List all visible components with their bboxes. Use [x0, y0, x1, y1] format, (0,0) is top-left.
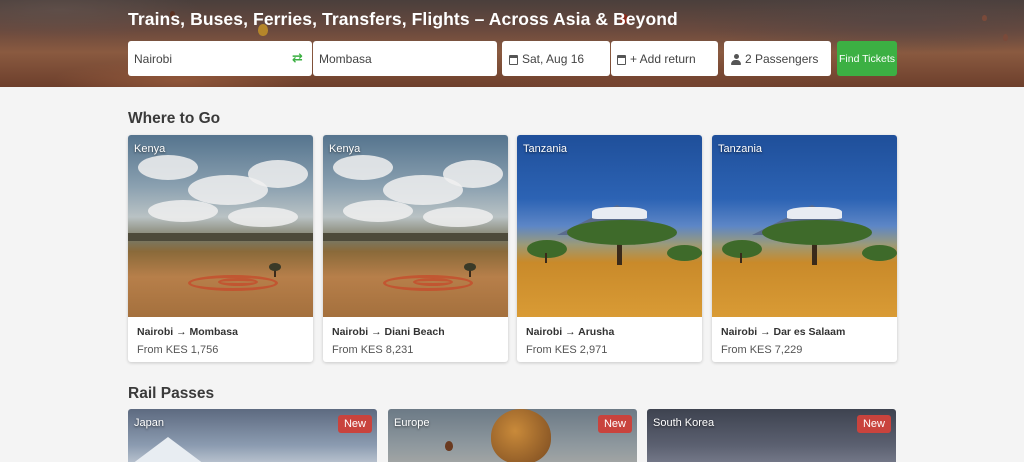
destination-image [517, 135, 702, 317]
card-route: Nairobi → Dar es Salaam [721, 326, 846, 338]
calendar-icon [617, 54, 626, 65]
destination-card[interactable]: Tanzania Nairobi → Dar es Salaam From KE… [712, 135, 897, 362]
card-price: From KES 7,229 [721, 344, 803, 356]
to-value: Mombasa [319, 51, 372, 66]
destination-image [712, 135, 897, 317]
return-field[interactable]: + Add return [611, 41, 718, 76]
card-price: From KES 2,971 [526, 344, 608, 356]
rail-pass-card[interactable]: South Korea New [647, 409, 896, 462]
rail-pass-card[interactable]: Europe New [388, 409, 637, 462]
return-label: + Add return [630, 51, 696, 66]
rail-pass-card[interactable]: Japan New [128, 409, 377, 462]
card-country: Kenya [329, 143, 361, 155]
find-tickets-button[interactable]: Find Tickets [837, 41, 897, 76]
section-title-where-to-go: Where to Go [128, 110, 221, 127]
passengers-field[interactable]: 2 Passengers [724, 41, 831, 76]
section-title-rail-passes: Rail Passes [128, 385, 215, 402]
hero-title: Trains, Buses, Ferries, Transfers, Fligh… [128, 9, 678, 29]
card-price: From KES 1,756 [137, 344, 219, 356]
card-route: Nairobi → Mombasa [137, 326, 238, 338]
card-price: From KES 8,231 [332, 344, 414, 356]
destination-image [128, 135, 313, 317]
balloon-image [445, 441, 453, 451]
mountain-image [128, 437, 208, 462]
destination-card[interactable]: Tanzania Nairobi → Arusha From KES 2,971 [517, 135, 702, 362]
destination-card[interactable]: Kenya Nairobi → Diani Beach From KES 8,2… [323, 135, 508, 362]
destination-card[interactable]: Kenya Nairobi → Mombasa From KES 1,756 [128, 135, 313, 362]
from-field[interactable]: Nairobi ⇄ [128, 41, 312, 76]
rail-pass-country: South Korea [653, 417, 715, 429]
date-value: Sat, Aug 16 [522, 51, 585, 66]
balloon-image [1003, 34, 1008, 41]
card-country: Kenya [134, 143, 166, 155]
new-badge: New [337, 415, 372, 433]
rail-pass-country: Japan [134, 417, 164, 429]
hero-banner: Trains, Buses, Ferries, Transfers, Fligh… [0, 0, 1024, 87]
card-country: Tanzania [523, 143, 568, 155]
user-icon [731, 54, 741, 65]
card-country: Tanzania [718, 143, 763, 155]
card-route: Nairobi → Diani Beach [332, 326, 445, 338]
destination-image [323, 135, 508, 317]
to-field[interactable]: Mombasa [313, 41, 497, 76]
passengers-value: 2 Passengers [745, 51, 819, 66]
from-value: Nairobi [134, 51, 173, 66]
balloon-image [491, 409, 551, 462]
swap-arrows-icon[interactable]: ⇄ [292, 50, 304, 66]
date-field[interactable]: Sat, Aug 16 [502, 41, 610, 76]
calendar-icon [509, 54, 518, 65]
balloon-image [982, 15, 987, 21]
new-badge: New [856, 415, 891, 433]
rail-pass-country: Europe [394, 417, 430, 429]
card-route: Nairobi → Arusha [526, 326, 615, 338]
new-badge: New [597, 415, 632, 433]
